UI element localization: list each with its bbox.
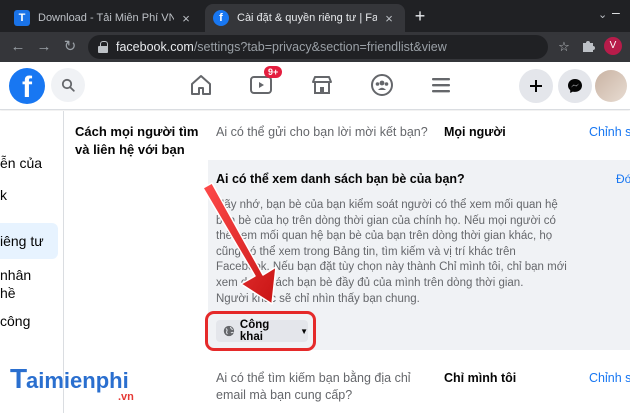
groups-icon[interactable] [368, 71, 396, 99]
bookmark-star-icon[interactable]: ☆ [556, 39, 572, 55]
close-icon[interactable]: × [178, 11, 194, 26]
email-lookup-value: Chỉ mình tôi [444, 371, 517, 385]
tab-facebook-settings[interactable]: f Cài đặt & quyền riêng tư | Faceb × [205, 4, 405, 32]
taimienphi-watermark-logo: T aimienphi .vn [9, 360, 150, 408]
description-line: bạn bè của họ trên dòng thời gian của ch… [216, 214, 556, 227]
sidebar-item-label[interactable]: hề [0, 285, 16, 301]
friend-request-question: Ai có thể gửi cho bạn lời mời kết bạn? [216, 125, 428, 139]
panel-close-link[interactable]: Đó [616, 172, 630, 186]
search-button[interactable] [51, 68, 85, 102]
email-lookup-question-line1: Ai có thể tìm kiếm bạn bằng địa chỉ [216, 371, 411, 385]
panel-title: Ai có thể xem danh sách bạn bè của bạn? [216, 172, 465, 186]
description-line: cũng có thể xem trong Bảng tin, tìm kiếm… [216, 245, 516, 258]
tab-title: Download - Tải Miễn Phí VN - Ph [38, 12, 174, 24]
sidebar-item-label[interactable]: công [0, 313, 30, 329]
account-avatar[interactable] [595, 70, 627, 102]
svg-text:T: T [10, 363, 27, 394]
menu-hamburger-icon[interactable] [427, 71, 455, 99]
friend-request-value: Mọi người [444, 125, 506, 139]
taimienphi-favicon-icon: T [14, 10, 30, 26]
tab-search-icon[interactable]: ⌄ [598, 8, 607, 21]
sidebar-item-label[interactable]: nhân [0, 267, 31, 283]
home-icon[interactable] [187, 71, 215, 99]
sidebar-item-privacy[interactable]: iêng tư [0, 233, 44, 249]
description-line: Hãy nhớ, bạn bè của bạn kiểm soát người … [216, 199, 558, 211]
plus-icon [530, 80, 542, 92]
lock-icon [98, 41, 108, 53]
facebook-header: f 9+ [0, 62, 630, 110]
panel-description: Hãy nhớ, bạn bè của bạn kiểm soát người … [216, 198, 600, 307]
sidebar-item-label[interactable]: k [0, 187, 7, 203]
description-line: Người khác sẽ chỉ nhìn thấy bạn chung. [216, 292, 420, 305]
watermark-suffix: .vn [118, 391, 134, 403]
description-line: thể xem mối quan hệ bạn bè của bạn trên … [216, 230, 553, 243]
facebook-favicon-icon: f [213, 10, 229, 26]
watermark-brand: aimienphi [26, 368, 129, 393]
minimize-window-icon[interactable]: – [612, 4, 620, 20]
profile-avatar[interactable]: V [604, 37, 622, 55]
facebook-logo-icon[interactable]: f [9, 68, 45, 104]
create-button[interactable] [519, 69, 553, 103]
watch-notification-badge: 9+ [264, 66, 283, 78]
friend-request-edit-link[interactable]: Chỉnh s [589, 125, 630, 139]
new-tab-button[interactable]: + [410, 6, 430, 26]
reload-icon[interactable]: ↻ [60, 37, 80, 57]
tab-download[interactable]: T Download - Tải Miễn Phí VN - Ph × [6, 4, 202, 32]
description-line: Facebook. Nếu bạn đặt tùy chọn này thành… [216, 261, 567, 274]
description-line: xem danh sách bạn bè đầy đủ của mình trê… [216, 276, 524, 289]
messenger-button[interactable] [558, 69, 592, 103]
back-arrow-icon[interactable]: ← [8, 37, 28, 57]
search-icon [61, 78, 75, 92]
close-icon[interactable]: × [381, 11, 397, 26]
url-path: /settings?tab=privacy&section=friendlist… [193, 40, 447, 54]
forward-arrow-icon[interactable]: → [34, 37, 54, 57]
annotation-highlight-box [205, 311, 316, 351]
section-title: Cách mọi người tìm và liên hệ với bạn [75, 124, 199, 157]
browser-toolbar: ← → ↻ facebook.com /settings?tab=privacy… [0, 32, 630, 62]
browser-tab-bar: T Download - Tải Miễn Phí VN - Ph × f Cà… [0, 0, 630, 32]
address-bar[interactable]: facebook.com /settings?tab=privacy&secti… [88, 35, 548, 59]
messenger-icon [568, 79, 582, 93]
extensions-puzzle-icon[interactable] [580, 39, 596, 55]
email-lookup-question-line2: email mà bạn cung cấp? [216, 388, 353, 402]
sidebar-item-label[interactable]: ễn của [0, 155, 42, 171]
url-host: facebook.com [116, 40, 194, 54]
email-lookup-edit-link[interactable]: Chỉnh s [589, 371, 630, 385]
tab-title: Cài đặt & quyền riêng tư | Faceb [237, 12, 377, 24]
marketplace-store-icon[interactable] [308, 71, 336, 99]
